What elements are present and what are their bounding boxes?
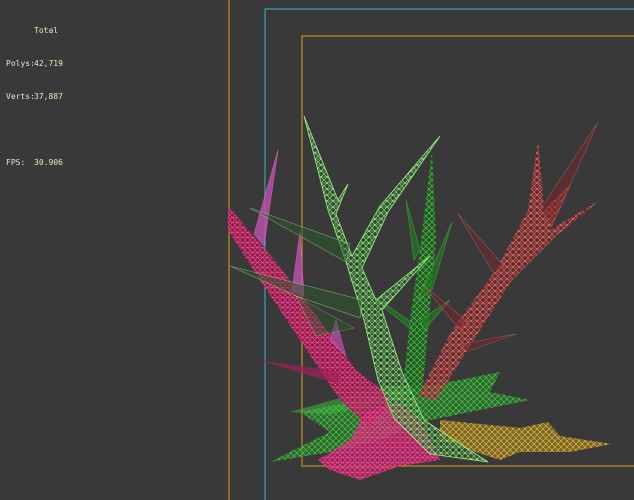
3d-viewport[interactable]: Total Polys: 42,719 Verts: 37,887 FPS: 3… xyxy=(0,0,634,500)
scene-canvas[interactable] xyxy=(0,0,634,500)
tree-red-mesh xyxy=(418,121,600,400)
